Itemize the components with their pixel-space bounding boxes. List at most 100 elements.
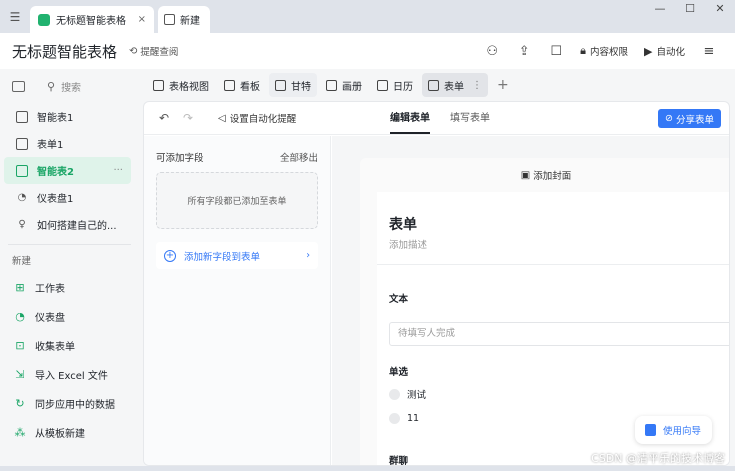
question-label: 单选 <box>389 367 409 378</box>
text-answer-input[interactable]: 待填写人完成 <box>389 322 729 346</box>
search-input[interactable]: ⚲ 搜索 <box>47 79 81 94</box>
remind-label: 提醒查阅 <box>140 47 179 58</box>
close-window-button[interactable]: ✕ <box>705 0 735 22</box>
radio-option[interactable]: 测试 <box>389 387 426 401</box>
add-view-icon[interactable]: + <box>497 77 509 93</box>
link-icon: ⊘ <box>665 113 673 124</box>
form-icon <box>428 79 439 91</box>
form-title[interactable]: 表单 <box>389 214 417 234</box>
new-from-template[interactable]: ⁂ 从模板新建 <box>0 418 139 447</box>
sync-icon: ↻ <box>15 397 25 410</box>
undo-icon[interactable]: ↶ <box>152 111 176 125</box>
new-item-label: 工作表 <box>35 284 65 295</box>
tab-gantt[interactable]: 甘特 <box>269 73 317 97</box>
worksheet-icon: ⊞ <box>15 281 25 294</box>
sidebar-item-dashboard-1[interactable]: ◔ 仪表盘1 <box>4 184 131 211</box>
radio-icon <box>389 388 400 400</box>
new-item-label: 导入 Excel 文件 <box>35 371 108 382</box>
doc-title[interactable]: 无标题智能表格 <box>12 41 117 62</box>
new-tab-icon <box>164 14 175 25</box>
tab-edit-form[interactable]: 编辑表单 <box>390 102 430 134</box>
close-icon[interactable]: × <box>138 14 146 25</box>
calendar-icon <box>377 79 388 91</box>
lightbulb-icon: ♀ <box>18 218 26 230</box>
sidebar-item-guide[interactable]: ♀ 如何搭建自己的... <box>4 211 131 238</box>
form-icon <box>16 137 28 150</box>
minimize-button[interactable]: — <box>645 0 675 22</box>
comment-icon[interactable]: ☐ <box>540 44 572 59</box>
new-item-label: 仪表盘 <box>35 313 65 324</box>
content-permission-label: 内容权限 <box>590 47 629 58</box>
megaphone-icon: ◁ <box>218 112 226 124</box>
tab-form[interactable]: 表单 ⋮ <box>422 73 488 97</box>
divider <box>8 244 131 245</box>
share-label: 分享表单 <box>675 114 714 126</box>
redo-icon[interactable]: ↷ <box>176 111 200 125</box>
import-excel[interactable]: ⇲ 导入 Excel 文件 <box>0 360 139 389</box>
sync-app-data[interactable]: ↻ 同步应用中的数据 <box>0 389 139 418</box>
sidebar-item-label: 智能表2 <box>37 167 74 178</box>
add-user-icon[interactable]: ⚇ <box>476 44 508 59</box>
dashboard-icon: ◔ <box>17 191 27 203</box>
sidebar-item-form-1[interactable]: 表单1 <box>4 130 131 157</box>
taskbar-edge <box>0 466 735 471</box>
radio-option[interactable]: 11 <box>389 413 419 424</box>
guide-button[interactable]: 使用向导 <box>635 416 712 444</box>
auto-remind-button[interactable]: ◁ 设置自动化提醒 <box>218 111 297 126</box>
share-icon[interactable]: ⇪ <box>508 44 540 59</box>
tab-document[interactable]: 无标题智能表格 × <box>30 6 154 33</box>
view-label: 表单 <box>444 81 464 93</box>
kanban-icon <box>224 79 235 91</box>
play-icon: ▶ <box>644 44 653 58</box>
tab-gallery[interactable]: 画册 <box>320 73 368 97</box>
tab-label: 新建 <box>180 16 200 27</box>
question-label: 文本 <box>389 294 409 305</box>
sidebar-item-label: 仪表盘1 <box>37 194 74 205</box>
field-panel-title: 可添加字段 <box>156 153 204 164</box>
add-field-button[interactable]: + 添加新字段到表单 › <box>156 242 318 269</box>
view-label: 日历 <box>393 81 413 93</box>
smart-sheet-icon <box>16 110 28 123</box>
chevron-right-icon: › <box>306 250 310 261</box>
new-dashboard[interactable]: ◔ 仪表盘 <box>0 302 139 331</box>
sidebar-item-smart-sheet-1[interactable]: 智能表1 <box>4 103 131 130</box>
tab-kanban[interactable]: 看板 <box>218 73 266 97</box>
add-cover-button[interactable]: ▣ 添加封面 <box>360 158 729 192</box>
remove-all-button[interactable]: 全部移出 <box>280 150 318 164</box>
option-label: 11 <box>407 413 420 424</box>
share-form-button[interactable]: ⊘ 分享表单 <box>658 109 721 128</box>
dashboard-icon: ◔ <box>15 310 25 323</box>
image-icon: ▣ <box>520 169 531 181</box>
template-icon: ⁂ <box>14 426 26 439</box>
new-worksheet[interactable]: ⊞ 工作表 <box>0 273 139 302</box>
tab-new[interactable]: 新建 <box>158 6 210 33</box>
add-field-label: 添加新字段到表单 <box>184 251 261 263</box>
maximize-button[interactable]: ☐ <box>675 0 705 22</box>
more-menu-icon[interactable]: ≡ <box>693 44 725 59</box>
form-icon: ⊡ <box>15 339 25 352</box>
new-section-title: 新建 <box>12 256 32 267</box>
doc-header: 无标题智能表格 ⟲ 提醒查阅 ⚇ ⇪ ☐ 🔒︎ 内容权限 ▶ 自动化 ≡ <box>0 33 735 69</box>
new-form[interactable]: ⊡ 收集表单 <box>0 331 139 360</box>
view-label: 甘特 <box>291 81 311 93</box>
collapse-panel-icon[interactable] <box>12 80 25 92</box>
form-description[interactable]: 添加描述 <box>389 237 427 251</box>
sidebar: ⚲ 搜索 智能表1 表单1 智能表2 ··· ◔ 仪表盘1 ♀ 如何搭建自己的.… <box>0 69 139 471</box>
automation-button[interactable]: ▶ 自动化 <box>644 44 685 59</box>
lock-icon: 🔒︎ <box>580 44 586 57</box>
guide-label: 使用向导 <box>663 426 702 437</box>
empty-fields-box: 所有字段都已添加至表单 <box>156 172 318 229</box>
content-permission-button[interactable]: 🔒︎ 内容权限 <box>580 44 628 58</box>
tab-calendar[interactable]: 日历 <box>371 73 419 97</box>
field-panel: 可添加字段 全部移出 所有字段都已添加至表单 + 添加新字段到表单 › <box>144 136 331 465</box>
tab-grid-view[interactable]: 表格视图 <box>147 73 215 97</box>
menu-icon[interactable]: ☰ <box>0 0 30 33</box>
more-icon[interactable]: ··· <box>113 165 123 176</box>
auto-remind-label: 设置自动化提醒 <box>229 114 297 125</box>
more-vertical-icon[interactable]: ⋮ <box>472 80 482 91</box>
plus-circle-icon: + <box>164 249 176 262</box>
tab-fill-form[interactable]: 填写表单 <box>450 102 490 135</box>
remind-button[interactable]: ⟲ 提醒查阅 <box>129 44 179 59</box>
sidebar-item-smart-sheet-2[interactable]: 智能表2 ··· <box>4 157 131 184</box>
window-controls: — ☐ ✕ <box>645 0 735 22</box>
